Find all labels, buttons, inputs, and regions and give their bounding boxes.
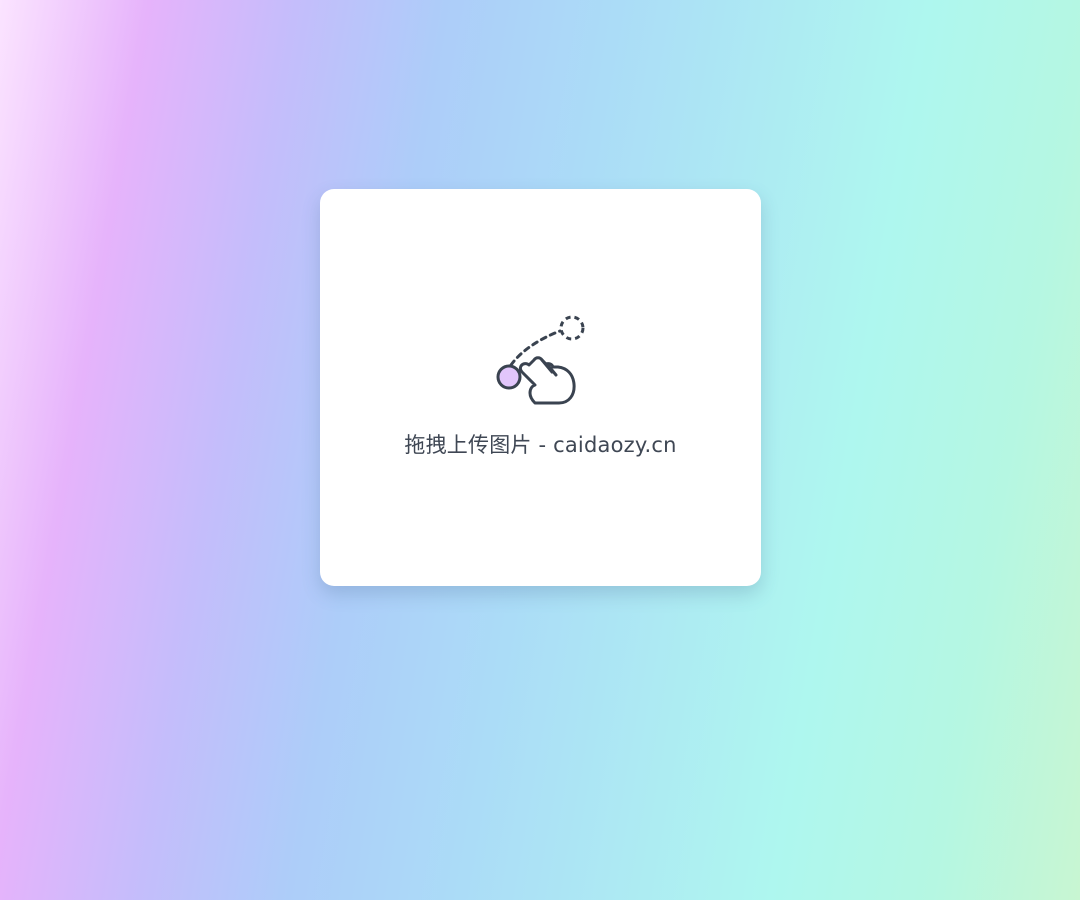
page-background: { "dropzone": { "label": "拖拽上传图片 - caida… <box>0 0 1080 900</box>
drag-drop-hand-icon <box>496 315 585 405</box>
drop-upload-zone[interactable]: 拖拽上传图片 - caidaozy.cn <box>320 189 761 586</box>
dropzone-label: 拖拽上传图片 - caidaozy.cn <box>404 433 677 457</box>
